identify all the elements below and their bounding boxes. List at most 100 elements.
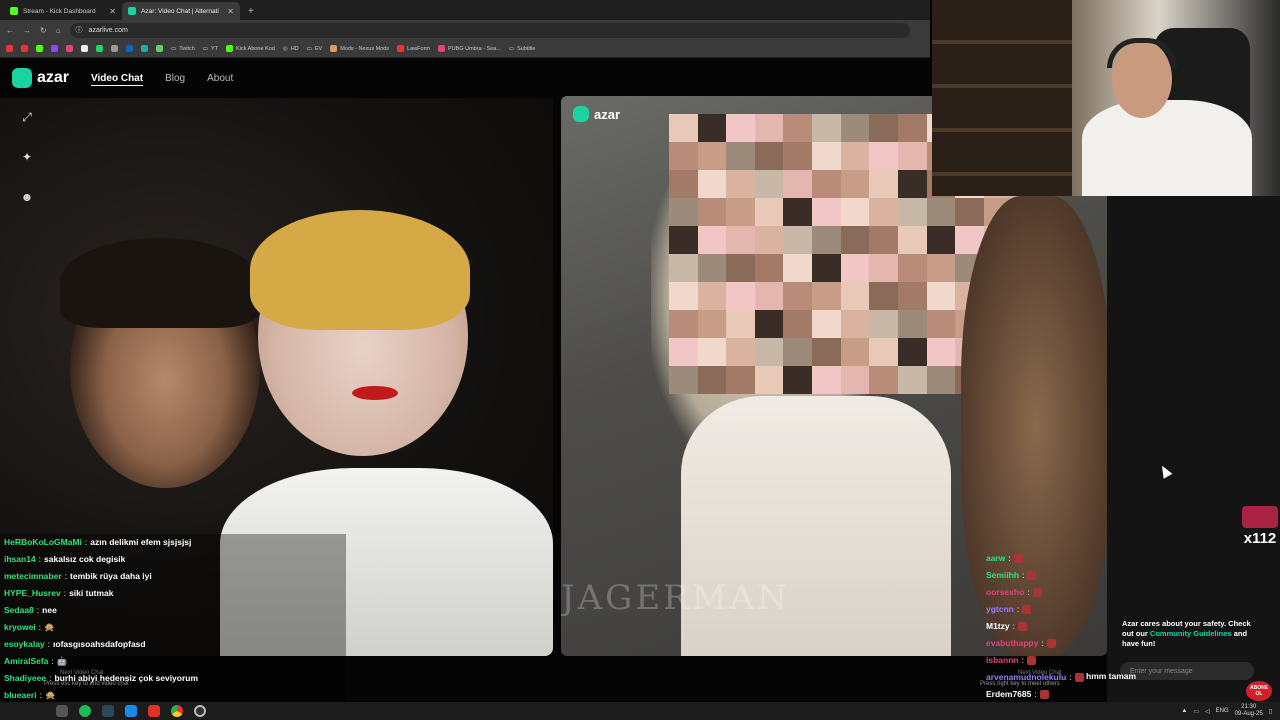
tab-kick-dashboard[interactable]: Stream - Kick Dashboard ✕	[4, 2, 122, 20]
chevron-up-icon[interactable]: ▲	[1181, 708, 1187, 714]
chat-message-tamam: hmm tamam	[976, 671, 1136, 681]
mosaic-tile	[812, 142, 841, 170]
mosaic-tile	[812, 254, 841, 282]
nav-video-chat[interactable]: Video Chat	[91, 73, 143, 84]
mosaic-tile	[669, 226, 698, 254]
spotify-icon[interactable]	[79, 705, 91, 717]
bookmark-icon[interactable]	[21, 45, 28, 52]
chat-username[interactable]: isbannn	[986, 652, 1019, 669]
mosaic-tile	[926, 310, 956, 338]
mosaic-tile	[812, 310, 841, 338]
bookmark-icon[interactable]	[51, 45, 58, 52]
search-icon[interactable]	[56, 705, 68, 717]
home-icon[interactable]: ⌂	[56, 26, 61, 35]
nav-about[interactable]: About	[207, 73, 233, 84]
mosaic-tile	[697, 198, 727, 226]
tab-azar[interactable]: Azar: Video Chat | Alternati ✕	[122, 2, 240, 20]
side-toolbar: ⤢ ✦ ☻	[18, 108, 36, 206]
new-tab-button[interactable]: +	[240, 6, 262, 20]
bookmark-icon[interactable]	[111, 45, 118, 52]
chat-message: 🤖	[56, 656, 68, 666]
bookmark-icon[interactable]	[96, 45, 103, 52]
steam-icon[interactable]	[102, 705, 114, 717]
close-icon[interactable]: ✕	[227, 7, 234, 16]
sticker-icon[interactable]: ☻	[18, 188, 36, 206]
bookmark-ev[interactable]: ▭ EV	[307, 46, 323, 52]
volume-icon[interactable]: ◁	[1205, 708, 1210, 715]
chrome-icon[interactable]	[171, 705, 183, 717]
network-icon[interactable]: ▭	[1193, 708, 1199, 715]
mosaic-tile	[697, 310, 727, 338]
mosaic-tile	[697, 254, 727, 282]
stream-chat-right: aarw: Semiihh: oorsexho: ygtcnn: M1tzy: evabu…	[986, 550, 1106, 720]
bookmark-lawform[interactable]: LawForm	[397, 45, 430, 52]
reload-icon[interactable]: ↻	[40, 26, 47, 35]
mosaic-tile	[840, 366, 870, 394]
bookmark-icon[interactable]	[141, 45, 148, 52]
chat-username[interactable]: esoykalay	[4, 636, 45, 653]
message-input[interactable]: Enter your message	[1120, 662, 1254, 680]
bookmark-icon[interactable]	[126, 45, 133, 52]
chat-username[interactable]: M1tzy	[986, 618, 1010, 635]
mosaic-tile	[926, 282, 956, 310]
bookmark-icon[interactable]	[156, 45, 163, 52]
chat-username[interactable]: Sedaa8	[4, 602, 34, 619]
community-guidelines-link[interactable]: Community Guidelines	[1150, 629, 1232, 638]
url-bar[interactable]: ⓘ azarlive.com	[69, 22, 910, 38]
nav-blog[interactable]: Blog	[165, 73, 185, 84]
mosaic-tile	[869, 142, 898, 170]
chat-username[interactable]: kryowei	[4, 619, 36, 636]
mosaic-tile	[926, 226, 956, 254]
bookmark-yt[interactable]: ▭ YT	[203, 46, 218, 52]
notification-icon[interactable]: ▯	[1269, 708, 1272, 715]
bookmark-icon[interactable]	[36, 45, 43, 52]
bookmark-nexus-mods[interactable]: Mods - Nexus Mods	[330, 45, 389, 52]
chat-username[interactable]: Shadiyeee	[4, 670, 46, 687]
bookmark-icon	[397, 45, 405, 52]
mosaic-tile	[726, 282, 755, 310]
bookmark-icon[interactable]	[66, 45, 73, 52]
chat-username[interactable]: HeRBoKoLoGMaMi	[4, 534, 82, 551]
chat-username[interactable]: metecimnaber	[4, 568, 62, 585]
chat-username[interactable]: aarw	[986, 550, 1005, 567]
sparkle-effects-icon[interactable]: ✦	[18, 148, 36, 166]
mosaic-tile	[869, 170, 898, 198]
bookmark-label: Mods - Nexus Mods	[340, 45, 390, 52]
language-indicator[interactable]: ENG	[1216, 708, 1229, 714]
bookmark-twitch[interactable]: ▭ Twitch	[171, 46, 195, 52]
expand-icon[interactable]: ⤢	[18, 108, 36, 126]
back-icon[interactable]: ←	[6, 26, 14, 35]
chat-username[interactable]: Erdem7685	[986, 686, 1031, 703]
app-icon[interactable]	[148, 705, 160, 717]
clock[interactable]: 21:30 09-Aug-25	[1235, 704, 1263, 718]
chat-username[interactable]: AmiralSefa	[4, 653, 48, 670]
bookmark-hd[interactable]: ◎ HD	[283, 46, 299, 52]
app-icon[interactable]	[125, 705, 137, 717]
azar-brand: azar	[594, 106, 621, 122]
obs-icon[interactable]	[194, 705, 206, 717]
bookmark-label: YT	[211, 45, 219, 52]
shelf-collectibles	[932, 0, 1072, 196]
site-info-icon[interactable]: ⓘ	[76, 25, 83, 35]
azar-logo[interactable]: azar	[12, 68, 69, 88]
bookmark-label: Subtitle	[517, 45, 536, 52]
chat-username[interactable]: HYPE_Husrev	[4, 585, 61, 602]
bookmark-pubg[interactable]: PUBG Umbra - Sea...	[438, 45, 501, 52]
bookmark-icon[interactable]	[81, 45, 88, 52]
chat-username[interactable]: oorsexho	[986, 584, 1024, 601]
chat-username[interactable]: ihsan14	[4, 551, 36, 568]
next-video-chat-label-left[interactable]: Next Video Chat	[60, 670, 104, 676]
bookmark-icon[interactable]	[6, 45, 13, 52]
chat-username[interactable]: Semiihh	[986, 567, 1019, 584]
mosaic-tile	[812, 338, 841, 366]
close-icon[interactable]: ✕	[109, 7, 116, 16]
chat-username[interactable]: evabuthappy	[986, 635, 1038, 652]
chat-separator: :	[1034, 689, 1037, 699]
mosaic-tile	[897, 114, 927, 142]
forward-icon[interactable]: →	[23, 26, 31, 35]
bookmark-kick-abone-kod[interactable]: Kick Abone Kod	[226, 45, 275, 52]
mosaic-tile	[840, 142, 870, 170]
mosaic-tile	[926, 254, 956, 282]
chat-username[interactable]: ygtcnn	[986, 601, 1014, 618]
bookmark-subtitle[interactable]: ▭ Subtitle	[509, 46, 536, 52]
